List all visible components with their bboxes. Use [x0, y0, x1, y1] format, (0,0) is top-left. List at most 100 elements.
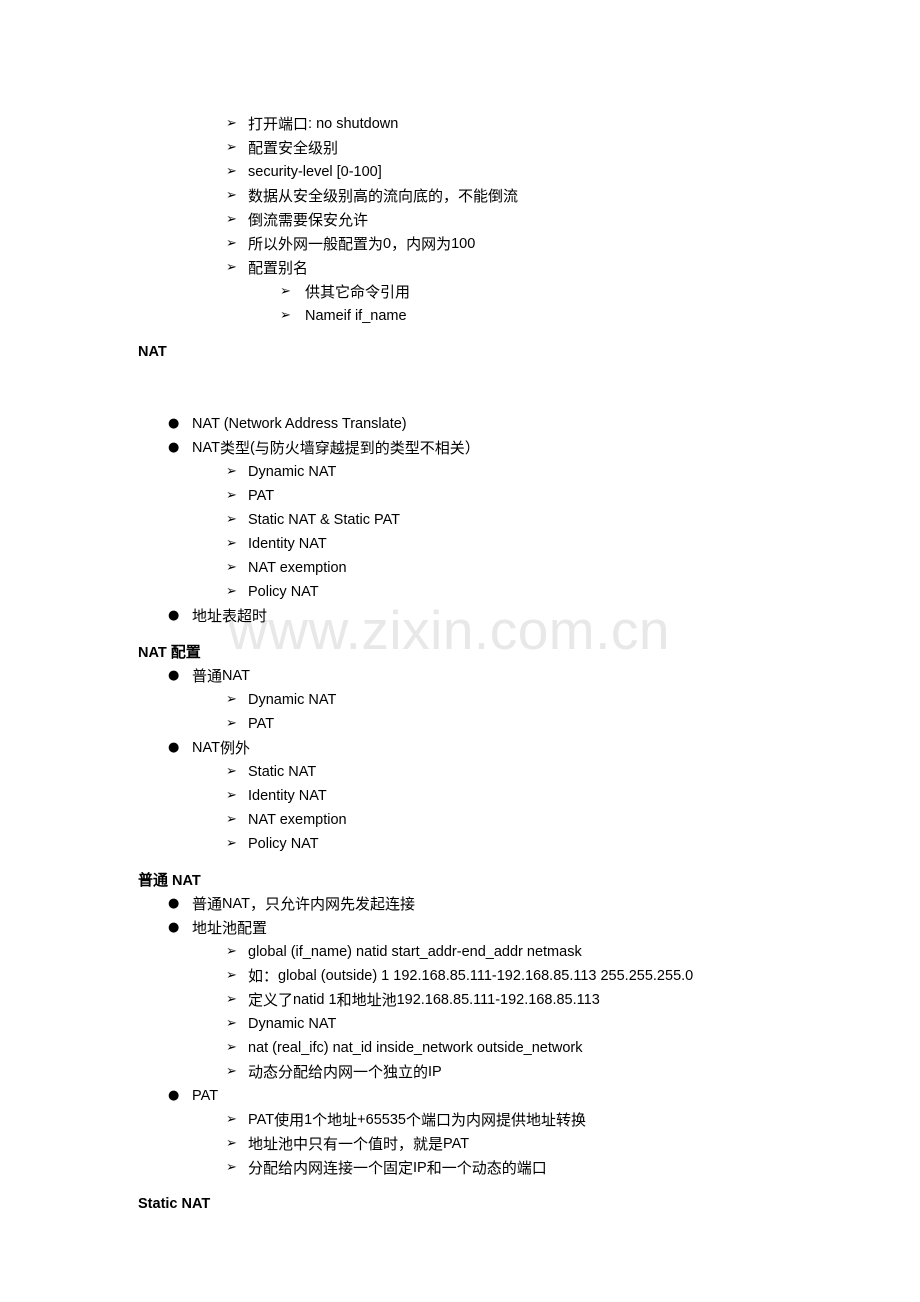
list-item: ● 普通 NAT — [0, 664, 920, 688]
text-run-cjk: 使用 — [274, 1111, 305, 1129]
disc-bullet-icon: ● — [168, 668, 180, 683]
arrow-bullet-icon: ➢ — [280, 308, 291, 323]
section-heading: 普通 NAT — [0, 868, 920, 892]
text-run-latin: global (outside) 1 192.168.85.111-192.16… — [278, 968, 694, 984]
list-item: ➢ Dynamic NAT — [0, 460, 920, 484]
list-item: ➢ 定义了 natid 1 和地址池 192.168.85.111-192.168… — [0, 988, 920, 1012]
list-item: ➢ PAT — [0, 484, 920, 508]
list-item: ➢ Policy NAT — [0, 580, 920, 604]
text-run-latin: Static NAT — [138, 1196, 211, 1212]
text-run-latin: Dynamic NAT — [248, 464, 337, 480]
text-run-cjk: 地址池中只有一个值时，就是 — [248, 1135, 444, 1153]
document-content: ➢ 打开端口: no shutdown ➢ 配置安全级别 ➢ security-level… — [0, 0, 920, 1216]
list-item: ● NAT 类型(与防火墙穿越提到的类型不相关） — [0, 436, 920, 460]
text-run-cjk: 所以外网一般配置为 — [248, 235, 384, 253]
arrow-bullet-icon: ➢ — [226, 464, 237, 479]
arrow-bullet-icon: ➢ — [226, 944, 237, 959]
text-run-cjk: 如： — [248, 967, 279, 985]
text-run-cjk: 配置 — [170, 643, 201, 661]
text-run-latin: Nameif if_name — [305, 308, 407, 324]
arrow-bullet-icon: ➢ — [226, 1016, 237, 1031]
text-run-latin: NAT (Network Address Translate) — [192, 416, 407, 432]
list-item: ➢ Dynamic NAT — [0, 1012, 920, 1036]
list-item: ● 普通 NAT，只允许内网先发起连接 — [0, 892, 920, 916]
text-run-cjk: 配置别名 — [248, 259, 309, 277]
arrow-bullet-icon: ➢ — [226, 584, 237, 599]
list-item: ● PAT — [0, 1084, 920, 1108]
section-heading: NAT — [0, 340, 920, 364]
text-run-latin: Identity NAT — [248, 536, 327, 552]
list-item: ➢ Nameif if_name — [0, 304, 920, 328]
list-item: ➢ global (if_name) natid start_addr-end_a… — [0, 940, 920, 964]
text-run-latin: NAT — [138, 344, 167, 360]
text-run-cjk: 倒流需要保安允许 — [248, 211, 369, 229]
list-item: ➢ PAT — [0, 712, 920, 736]
text-run-cjk: 打开端口 — [248, 115, 309, 133]
arrow-bullet-icon: ➢ — [226, 1136, 237, 1151]
list-item: ➢ Identity NAT — [0, 532, 920, 556]
list-item: ● NAT (Network Address Translate) — [0, 412, 920, 436]
text-run-latin: +65535 — [357, 1112, 406, 1128]
text-run-cjk: ，内网为 — [391, 235, 452, 253]
text-run-latin: NAT — [168, 873, 201, 889]
arrow-bullet-icon: ➢ — [226, 164, 237, 179]
list-item: ● 地址池配置 — [0, 916, 920, 940]
content-blocks: ➢ 打开端口: no shutdown ➢ 配置安全级别 ➢ security-level… — [0, 112, 920, 1216]
text-run-latin: PAT — [443, 1136, 470, 1152]
disc-bullet-icon: ● — [168, 1088, 180, 1103]
disc-bullet-icon: ● — [168, 920, 180, 935]
disc-bullet-icon: ● — [168, 896, 180, 911]
text-run-latin: Static NAT — [248, 764, 317, 780]
text-run-latin: security-level [0-100] — [248, 164, 382, 180]
list-item: ➢ Dynamic NAT — [0, 688, 920, 712]
disc-bullet-icon: ● — [168, 608, 180, 623]
text-run-latin: 1 — [304, 1112, 313, 1128]
text-run-cjk: 与防火墙穿越提到的类型不相关） — [254, 439, 480, 457]
list-item: ➢ 配置别名 — [0, 256, 920, 280]
arrow-bullet-icon: ➢ — [226, 260, 237, 275]
arrow-bullet-icon: ➢ — [226, 836, 237, 851]
arrow-bullet-icon: ➢ — [226, 1064, 237, 1079]
arrow-bullet-icon: ➢ — [226, 116, 237, 131]
text-run-latin: NAT exemption — [248, 560, 347, 576]
list-item: ➢ PAT 使用 1 个地址+65535 个端口为内网提供地址转换 — [0, 1108, 920, 1132]
text-run-latin: natid 1 — [293, 992, 337, 1008]
text-run-cjk: 类型 — [219, 439, 250, 457]
list-item: ➢ 所以外网一般配置为 0，内网为 100 — [0, 232, 920, 256]
disc-bullet-icon: ● — [168, 440, 180, 455]
arrow-bullet-icon: ➢ — [226, 488, 237, 503]
text-run-latin: Dynamic NAT — [248, 692, 337, 708]
arrow-bullet-icon: ➢ — [226, 764, 237, 779]
arrow-bullet-icon: ➢ — [226, 140, 237, 155]
arrow-bullet-icon: ➢ — [226, 560, 237, 575]
text-run-latin: IP — [413, 1160, 427, 1176]
arrow-bullet-icon: ➢ — [226, 812, 237, 827]
disc-bullet-icon: ● — [168, 416, 180, 431]
arrow-bullet-icon: ➢ — [280, 284, 291, 299]
text-run-cjk: 个端口为内网提供地址转换 — [405, 1111, 586, 1129]
text-run-latin: global (if_name) natid start_addr-end_ad… — [248, 944, 582, 960]
arrow-bullet-icon: ➢ — [226, 536, 237, 551]
text-run-latin: NAT — [192, 440, 220, 456]
text-run-latin: 0 — [383, 236, 392, 252]
text-run-latin: PAT — [248, 716, 275, 732]
text-run-latin: PAT — [192, 1088, 219, 1104]
arrow-bullet-icon: ➢ — [226, 788, 237, 803]
list-item: ➢ 供其它命令引用 — [0, 280, 920, 304]
list-item: ➢ nat (real_ifc) nat_id inside_network ou… — [0, 1036, 920, 1060]
text-run-cjk: 定义了 — [248, 991, 294, 1009]
arrow-bullet-icon: ➢ — [226, 212, 237, 227]
text-run-cjk: 动态分配给内网一个独立的 — [248, 1063, 429, 1081]
document-page: www.zixin.com.cn ➢ 打开端口: no shutdown ➢ 配置安全… — [0, 0, 920, 1302]
list-item: ➢ Policy NAT — [0, 832, 920, 856]
text-run-cjk: 和地址池 — [336, 991, 397, 1009]
text-run-latin: Policy NAT — [248, 584, 319, 600]
text-run-cjk: 地址池配置 — [192, 919, 268, 937]
text-run-latin: NAT exemption — [248, 812, 347, 828]
text-run-latin: NAT — [222, 896, 250, 912]
text-run-cjk: 分配给内网连接一个固定 — [248, 1159, 414, 1177]
list-item: ➢ 地址池中只有一个值时，就是 PAT — [0, 1132, 920, 1156]
